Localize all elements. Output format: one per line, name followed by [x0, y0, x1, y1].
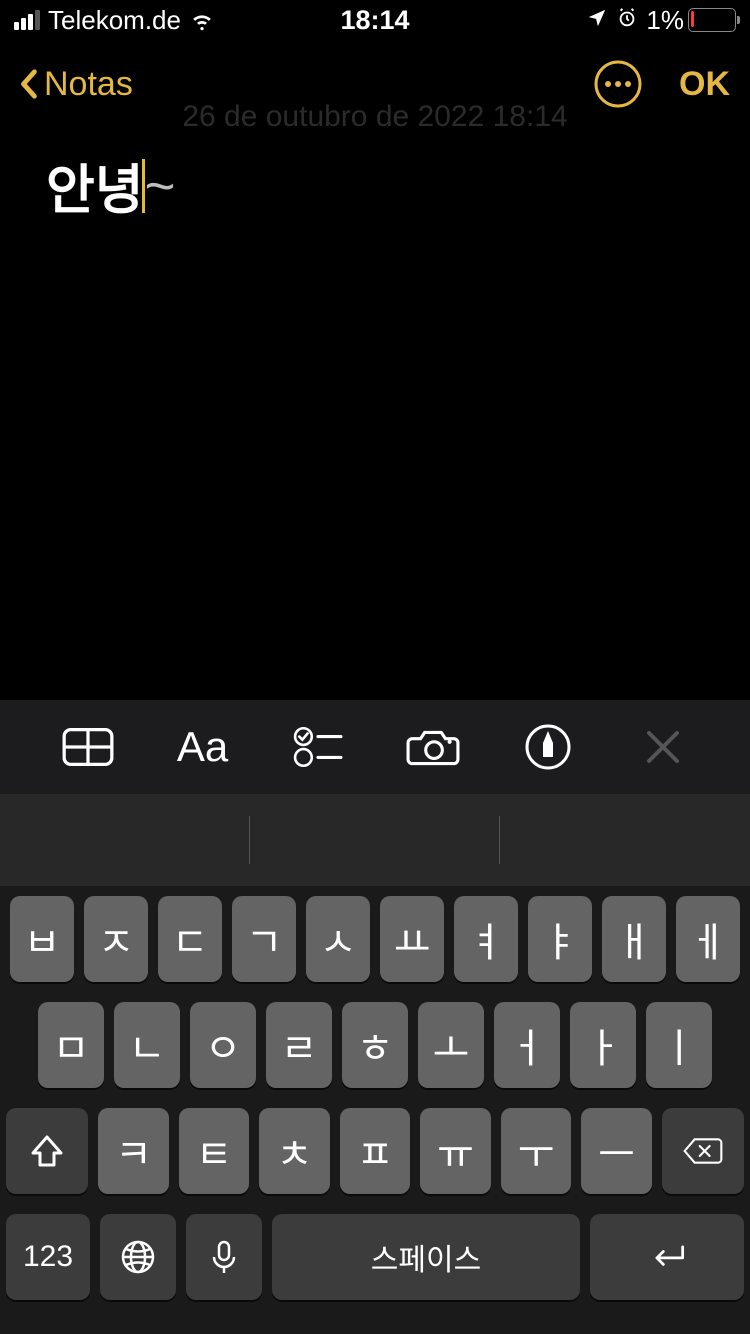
back-button[interactable]: Notas [20, 65, 133, 104]
key-ㅑ[interactable]: ㅑ [528, 896, 592, 982]
backspace-key[interactable] [662, 1108, 744, 1194]
key-ㅁ[interactable]: ㅁ [38, 1002, 104, 1088]
mic-icon [204, 1237, 244, 1277]
battery-icon [688, 8, 736, 32]
key-ㅂ[interactable]: ㅂ [10, 896, 74, 982]
signal-icon [14, 10, 40, 30]
key-ㅋ[interactable]: ㅋ [98, 1108, 169, 1194]
markup-button[interactable] [520, 719, 576, 775]
note-editor[interactable]: 안녕~ [0, 128, 750, 244]
camera-icon [406, 726, 460, 768]
key-ㅅ[interactable]: ㅅ [306, 896, 370, 982]
wifi-icon [189, 7, 215, 33]
key-ㄴ[interactable]: ㄴ [114, 1002, 180, 1088]
key-ㄷ[interactable]: ㄷ [158, 896, 222, 982]
suggestion-1[interactable] [0, 794, 250, 886]
key-ㅜ[interactable]: ㅜ [501, 1108, 572, 1194]
camera-button[interactable] [405, 719, 461, 775]
chevron-left-icon [20, 69, 38, 99]
key-ㅌ[interactable]: ㅌ [179, 1108, 250, 1194]
shift-icon [27, 1131, 67, 1171]
key-ㅊ[interactable]: ㅊ [259, 1108, 330, 1194]
back-label: Notas [44, 65, 133, 104]
suggestion-3[interactable] [500, 794, 750, 886]
close-icon [643, 727, 683, 767]
return-icon [644, 1242, 690, 1272]
key-ㅔ[interactable]: ㅔ [676, 896, 740, 982]
format-button[interactable]: Aa [175, 719, 231, 775]
key-ㅇ[interactable]: ㅇ [190, 1002, 256, 1088]
key-ㅏ[interactable]: ㅏ [570, 1002, 636, 1088]
pen-circle-icon [524, 723, 572, 771]
note-toolbar: Aa [0, 700, 750, 794]
key-ㅡ[interactable]: ㅡ [581, 1108, 652, 1194]
key-ㅣ[interactable]: ㅣ [646, 1002, 712, 1088]
key-ㄱ[interactable]: ㄱ [232, 896, 296, 982]
shift-key[interactable] [6, 1108, 88, 1194]
key-ㅍ[interactable]: ㅍ [340, 1108, 411, 1194]
close-toolbar-button[interactable] [635, 719, 691, 775]
key-ㅎ[interactable]: ㅎ [342, 1002, 408, 1088]
key-ㅐ[interactable]: ㅐ [602, 896, 666, 982]
return-key[interactable] [590, 1214, 744, 1300]
key-ㄹ[interactable]: ㄹ [266, 1002, 332, 1088]
key-ㅠ[interactable]: ㅠ [420, 1108, 491, 1194]
backspace-icon [683, 1131, 723, 1171]
suggestion-2[interactable] [250, 794, 500, 886]
note-content: 안녕 [46, 148, 144, 224]
key-ㅗ[interactable]: ㅗ [418, 1002, 484, 1088]
key-ㅛ[interactable]: ㅛ [380, 896, 444, 982]
battery-percent: 1% [646, 5, 684, 36]
checklist-button[interactable] [290, 719, 346, 775]
table-button[interactable] [60, 719, 116, 775]
numeric-key[interactable]: 123 [6, 1214, 90, 1300]
alarm-icon [616, 5, 638, 36]
key-ㅓ[interactable]: ㅓ [494, 1002, 560, 1088]
done-button[interactable]: OK [679, 65, 730, 104]
key-ㅈ[interactable]: ㅈ [84, 896, 148, 982]
keyboard: ㅂㅈㄷㄱㅅㅛㅕㅑㅐㅔ ㅁㄴㅇㄹㅎㅗㅓㅏㅣ ㅋㅌㅊㅍㅠㅜㅡ 123 스페이스 [0, 886, 750, 1334]
suggestion-bar [0, 794, 750, 886]
status-bar: Telekom.de 18:14 1% [0, 0, 750, 40]
note-content-after: ~ [145, 156, 176, 217]
carrier-label: Telekom.de [48, 5, 181, 36]
table-icon [62, 727, 114, 767]
dictation-key[interactable] [186, 1214, 262, 1300]
globe-icon [118, 1237, 158, 1277]
nav-bar: 26 de outubro de 2022 18:14 Notas OK [0, 40, 750, 128]
space-key[interactable]: 스페이스 [272, 1214, 580, 1300]
format-icon: Aa [177, 723, 228, 771]
location-icon [586, 5, 608, 36]
globe-key[interactable] [100, 1214, 176, 1300]
key-ㅕ[interactable]: ㅕ [454, 896, 518, 982]
status-time: 18:14 [340, 5, 409, 36]
checklist-icon [293, 726, 343, 768]
